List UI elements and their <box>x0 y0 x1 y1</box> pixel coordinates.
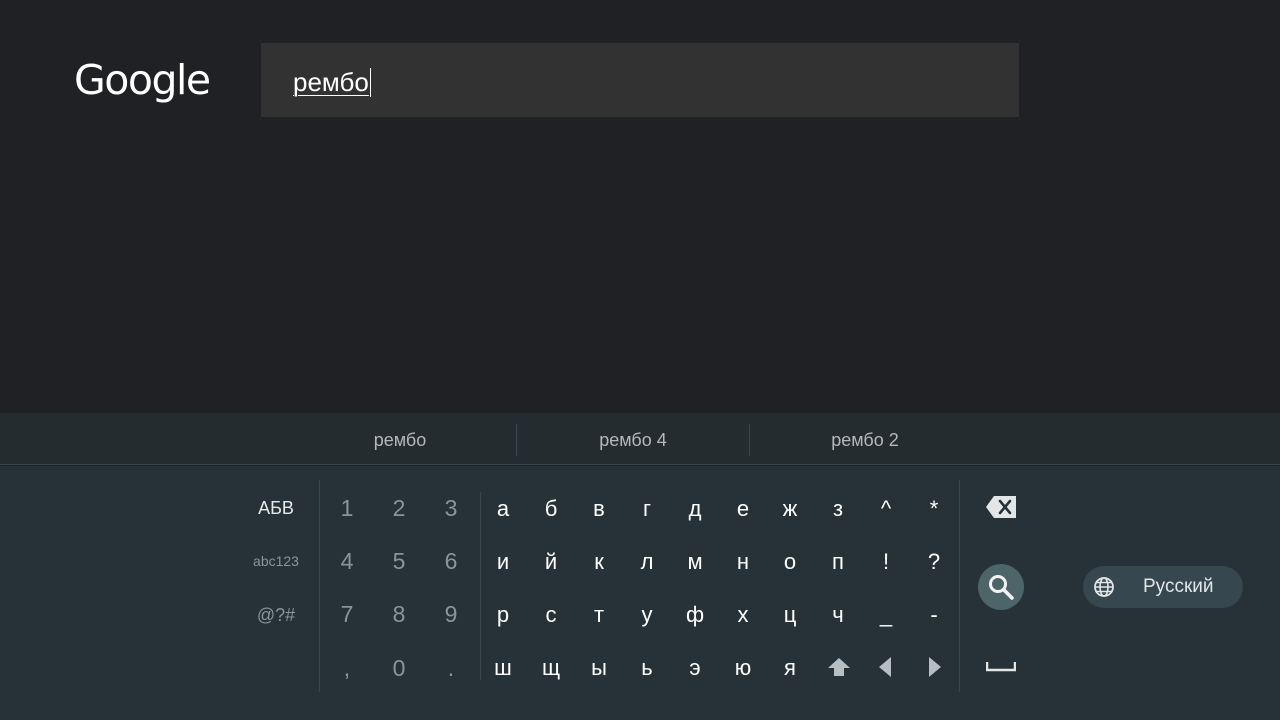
globe-icon <box>1094 577 1114 597</box>
suggestion-bar: рембо рембо 4 рембо 2 <box>0 413 1280 465</box>
letter-key[interactable]: и <box>479 537 527 587</box>
letter-key[interactable]: ь <box>623 643 671 693</box>
letter-key[interactable]: ! <box>862 537 910 587</box>
letter-key[interactable]: ш <box>479 643 527 693</box>
letter-key[interactable]: д <box>671 484 719 534</box>
backspace-icon <box>986 496 1016 518</box>
number-key[interactable]: 5 <box>375 536 423 586</box>
suggestion-divider <box>516 424 517 456</box>
language-label: Русский <box>1143 576 1214 597</box>
number-key[interactable]: 0 <box>375 643 423 693</box>
keyboard-divider <box>959 480 960 692</box>
suggestion-item[interactable]: рембо 2 <box>765 413 965 465</box>
arrow-left-icon <box>879 657 891 677</box>
letter-key[interactable]: ? <box>910 537 958 587</box>
letter-key[interactable]: г <box>623 484 671 534</box>
text-cursor <box>369 68 371 97</box>
cursor-left-key[interactable] <box>861 642 909 692</box>
letter-key[interactable]: - <box>910 590 958 640</box>
letter-key[interactable]: _ <box>862 590 910 640</box>
letter-key[interactable]: ц <box>766 590 814 640</box>
number-key[interactable]: 8 <box>375 589 423 639</box>
search-icon <box>989 575 1014 600</box>
on-screen-keyboard: АБВ abc123 @?# 123 456 789,0. а б в г д е ж з ^ * и й… <box>0 466 1280 720</box>
letter-key[interactable]: б <box>527 484 575 534</box>
letter-key[interactable]: з <box>814 484 862 534</box>
letter-key[interactable]: ю <box>719 643 767 693</box>
suggestion-item[interactable]: рембо 4 <box>533 413 733 465</box>
space-key[interactable] <box>980 654 1022 678</box>
letter-key[interactable]: а <box>479 484 527 534</box>
letter-key[interactable]: э <box>671 643 719 693</box>
letter-key[interactable]: е <box>719 484 767 534</box>
letter-key[interactable]: ч <box>814 590 862 640</box>
letter-key[interactable]: ^ <box>862 484 910 534</box>
letter-key[interactable]: м <box>671 537 719 587</box>
letter-key[interactable]: ж <box>766 484 814 534</box>
letter-key[interactable]: в <box>575 484 623 534</box>
letter-key[interactable]: р <box>479 590 527 640</box>
mode-cyrillic-button[interactable]: АБВ <box>226 498 326 519</box>
arrow-right-icon <box>929 657 941 677</box>
letter-key[interactable]: с <box>527 590 575 640</box>
mode-symbols-button[interactable]: @?# <box>226 605 326 626</box>
letter-key[interactable]: у <box>623 590 671 640</box>
search-button[interactable] <box>978 564 1024 610</box>
number-key[interactable]: 9 <box>427 589 475 639</box>
language-switch-button[interactable]: Русский <box>1083 566 1243 608</box>
letter-key[interactable]: т <box>575 590 623 640</box>
suggestion-item[interactable]: рембо <box>300 413 500 465</box>
letter-key[interactable]: ф <box>671 590 719 640</box>
letter-key[interactable]: н <box>719 537 767 587</box>
letter-key[interactable]: я <box>766 643 814 693</box>
keyboard-divider <box>319 480 320 692</box>
search-query: рембо <box>293 67 371 97</box>
letter-key[interactable]: л <box>623 537 671 587</box>
letter-key[interactable]: ы <box>575 643 623 693</box>
letter-key[interactable]: к <box>575 537 623 587</box>
letter-key[interactable]: щ <box>527 643 575 693</box>
letter-key[interactable]: й <box>527 537 575 587</box>
number-key[interactable]: . <box>427 643 475 693</box>
letter-key[interactable]: х <box>719 590 767 640</box>
google-logo: Google <box>74 56 211 104</box>
search-input[interactable]: рембо <box>261 43 1019 117</box>
letter-key[interactable]: п <box>814 537 862 587</box>
cursor-right-key[interactable] <box>911 642 959 692</box>
number-key[interactable]: , <box>323 643 371 693</box>
space-icon <box>986 662 1016 672</box>
suggestion-divider <box>749 424 750 456</box>
number-key[interactable]: 3 <box>427 483 475 533</box>
shift-icon <box>828 658 850 676</box>
number-key[interactable]: 1 <box>323 483 371 533</box>
number-key[interactable]: 6 <box>427 536 475 586</box>
mode-latin-button[interactable]: abc123 <box>226 553 326 569</box>
backspace-key[interactable] <box>976 490 1026 524</box>
number-key[interactable]: 4 <box>323 536 371 586</box>
number-key[interactable]: 7 <box>323 589 371 639</box>
letter-key[interactable]: * <box>910 484 958 534</box>
letter-key[interactable]: о <box>766 537 814 587</box>
shift-key[interactable] <box>815 642 863 692</box>
number-key[interactable]: 2 <box>375 483 423 533</box>
